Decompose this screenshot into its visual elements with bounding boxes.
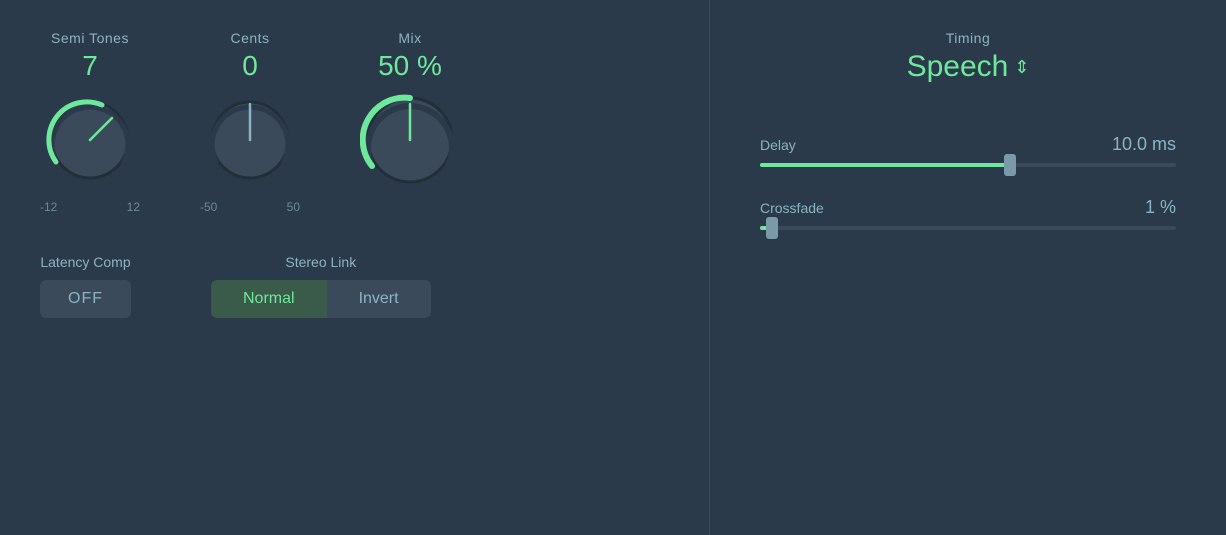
mix-value: 50 % <box>378 52 442 80</box>
mix-knob-group: Mix 50 % <box>360 30 460 194</box>
crossfade-value: 1 % <box>1145 197 1176 218</box>
semitones-knob-svg <box>40 90 140 190</box>
mix-knob-svg <box>360 90 460 190</box>
mix-label: Mix <box>398 30 421 46</box>
timing-selector[interactable]: Speech ⇕ <box>907 50 1030 84</box>
delay-track[interactable] <box>760 163 1176 167</box>
latency-comp-button[interactable]: OFF <box>40 280 131 318</box>
stereo-link-buttons: Normal Invert <box>211 280 431 318</box>
cents-min: -50 <box>200 200 217 214</box>
timing-value-text: Speech <box>907 50 1009 84</box>
timing-chevron-icon: ⇕ <box>1014 57 1029 78</box>
delay-value: 10.0 ms <box>1112 134 1176 155</box>
semitones-min: -12 <box>40 200 57 214</box>
crossfade-header: Crossfade 1 % <box>760 197 1176 218</box>
cents-max: 50 <box>287 200 300 214</box>
semitones-label: Semi Tones <box>51 30 129 46</box>
cents-knob-svg <box>200 90 300 190</box>
stereo-invert-button[interactable]: Invert <box>327 280 431 318</box>
semitones-knob-group: Semi Tones 7 -12 12 <box>40 30 140 214</box>
semitones-range: -12 12 <box>40 200 140 214</box>
crossfade-track[interactable] <box>760 226 1176 230</box>
crossfade-thumb[interactable] <box>766 217 778 239</box>
bottom-row: Latency Comp OFF Stereo Link Normal Inve… <box>40 254 669 318</box>
sliders-section: Delay 10.0 ms Crossfade 1 % <box>760 134 1176 230</box>
main-container: Semi Tones 7 -12 12 <box>0 0 1226 535</box>
semitones-value: 7 <box>82 52 98 80</box>
mix-knob[interactable] <box>360 90 460 190</box>
semitones-max: 12 <box>127 200 140 214</box>
latency-comp-label: Latency Comp <box>40 254 130 270</box>
timing-label: Timing <box>946 30 991 46</box>
right-panel: Timing Speech ⇕ Delay 10.0 ms <box>710 0 1226 535</box>
cents-value: 0 <box>242 52 258 80</box>
delay-header: Delay 10.0 ms <box>760 134 1176 155</box>
crossfade-slider-group: Crossfade 1 % <box>760 197 1176 230</box>
stereo-link-label: Stereo Link <box>285 254 356 270</box>
semitones-knob[interactable] <box>40 90 140 190</box>
left-panel: Semi Tones 7 -12 12 <box>0 0 710 535</box>
cents-label: Cents <box>230 30 269 46</box>
stereo-normal-button[interactable]: Normal <box>211 280 327 318</box>
cents-knob-group: Cents 0 -50 50 <box>200 30 300 214</box>
cents-knob[interactable] <box>200 90 300 190</box>
delay-label: Delay <box>760 137 796 153</box>
delay-thumb[interactable] <box>1004 154 1016 176</box>
stereo-link-group: Stereo Link Normal Invert <box>211 254 431 318</box>
latency-comp-group: Latency Comp OFF <box>40 254 131 318</box>
timing-section: Timing Speech ⇕ <box>760 30 1176 84</box>
cents-range: -50 50 <box>200 200 300 214</box>
delay-fill <box>760 163 1010 167</box>
knobs-row: Semi Tones 7 -12 12 <box>40 30 669 214</box>
crossfade-label: Crossfade <box>760 200 824 216</box>
delay-slider-group: Delay 10.0 ms <box>760 134 1176 167</box>
